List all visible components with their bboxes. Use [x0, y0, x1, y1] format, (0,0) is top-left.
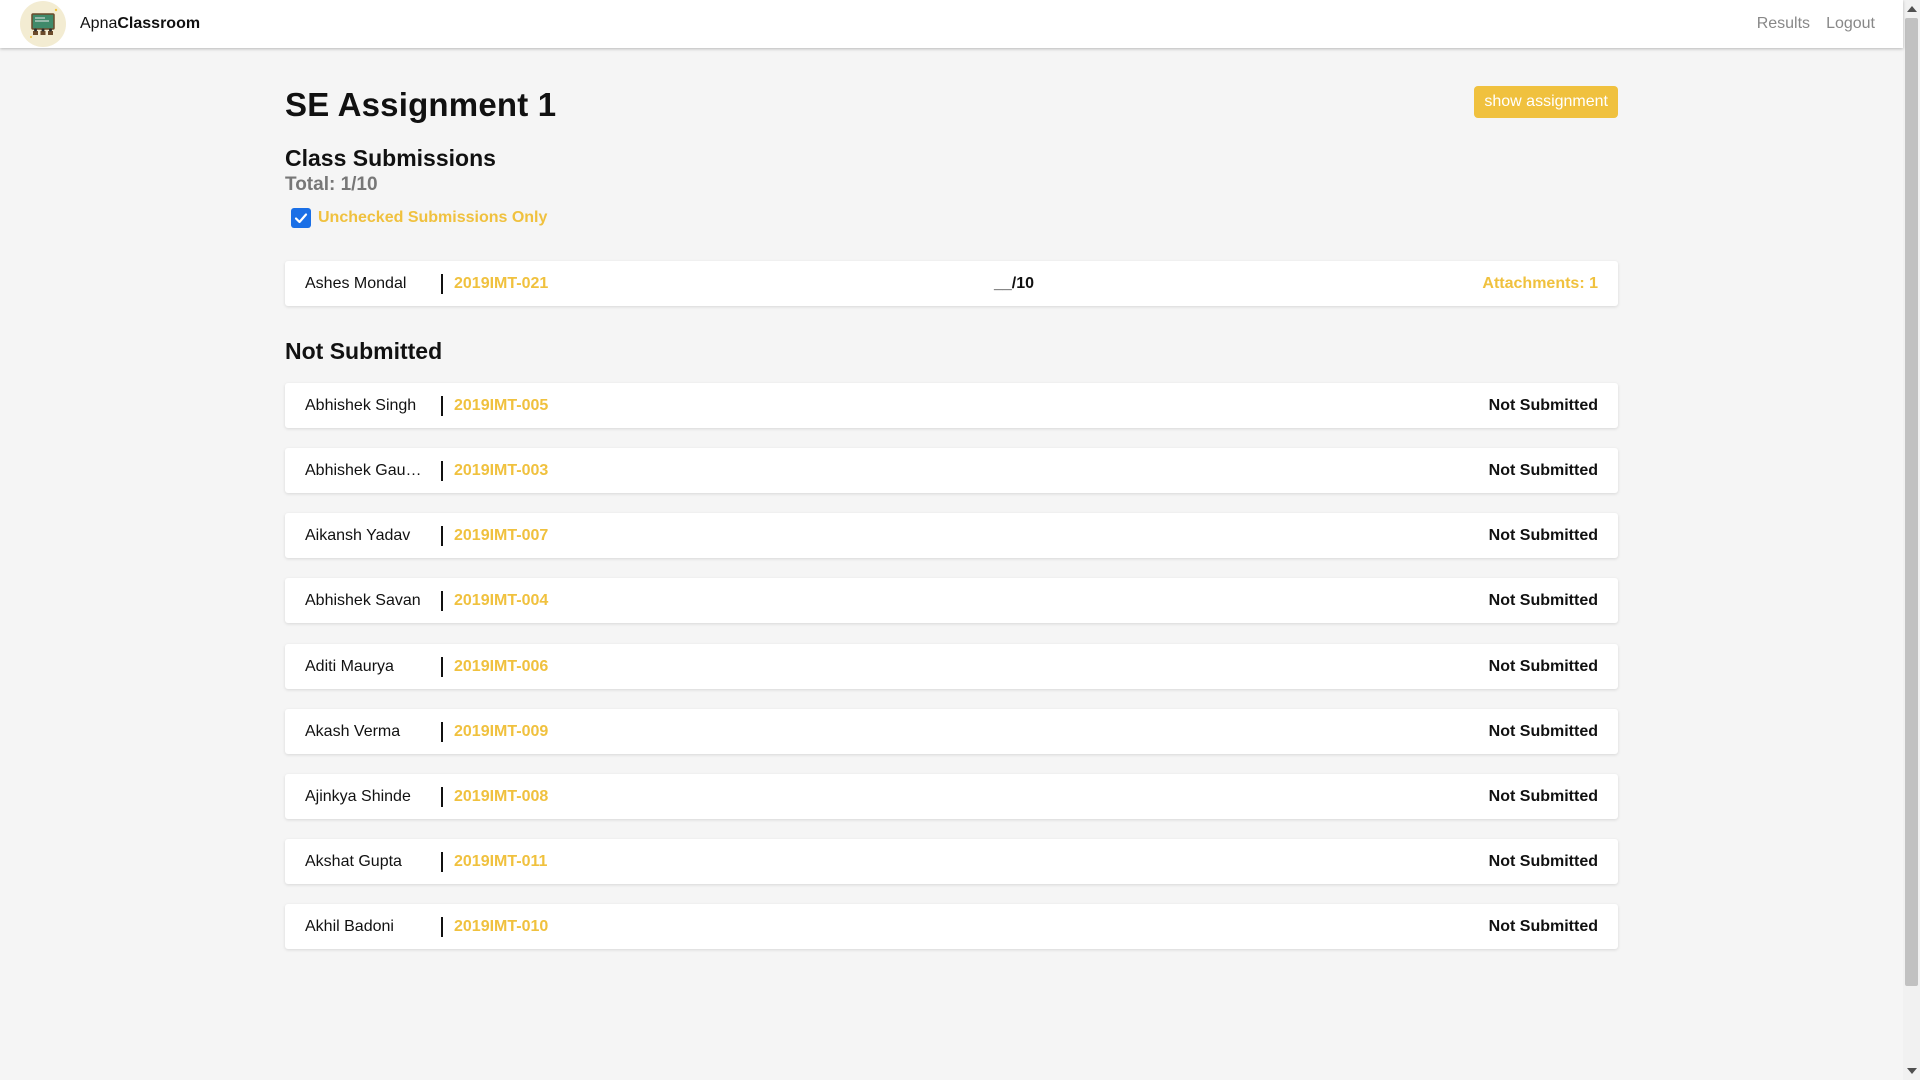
unchecked-only-checkbox[interactable] [291, 208, 311, 228]
divider [441, 395, 443, 416]
grade-value: __/10 [994, 274, 1035, 292]
not-submitted-row[interactable]: Abhishek Singh 2019IMT-005 Not Submitted [285, 383, 1618, 428]
student-name: Akshat Gupta [305, 852, 402, 870]
not-submitted-row[interactable]: Ajinkya Shinde 2019IMT-008 Not Submitted [285, 774, 1618, 819]
status-label: Not Submitted [1488, 657, 1598, 675]
not-submitted-row[interactable]: Abhishek Savan 2019IMT-004 Not Submitted [285, 578, 1618, 623]
divider [441, 721, 443, 742]
student-roll: 2019IMT-010 [454, 917, 549, 935]
status-label: Not Submitted [1488, 526, 1598, 544]
show-assignment-button[interactable]: show assignment [1474, 86, 1618, 118]
student-roll: 2019IMT-005 [454, 396, 549, 414]
student-name: Abhishek Gaut... [305, 461, 423, 479]
divider [441, 851, 443, 872]
divider [441, 916, 443, 937]
brand-bold: Classroom [117, 15, 201, 32]
brand[interactable]: ApnaClassroom [20, 1, 200, 47]
page-scrollbar[interactable] [1903, 0, 1920, 1080]
navbar: ApnaClassroom Results Logout [0, 0, 1903, 48]
unchecked-only-label[interactable]: Unchecked Submissions Only [318, 209, 547, 227]
not-submitted-row[interactable]: Akshat Gupta 2019IMT-011 Not Submitted [285, 839, 1618, 884]
attachments-count[interactable]: Attachments: 1 [1482, 275, 1598, 293]
student-name: Aditi Maurya [305, 657, 394, 675]
divider [441, 525, 443, 546]
divider [441, 786, 443, 807]
not-submitted-row[interactable]: Akhil Badoni 2019IMT-010 Not Submitted [285, 904, 1618, 949]
student-roll: 2019IMT-021 [454, 274, 549, 292]
student-name: Ashes Mondal [305, 274, 407, 292]
not-submitted-row[interactable]: Aikansh Yadav 2019IMT-007 Not Submitted [285, 513, 1618, 558]
student-roll: 2019IMT-008 [454, 787, 549, 805]
status-label: Not Submitted [1488, 591, 1598, 609]
class-submissions-heading: Class Submissions [285, 145, 496, 171]
scroll-down-arrow-icon[interactable] [1907, 1068, 1917, 1074]
status-label: Not Submitted [1488, 852, 1598, 870]
brand-prefix: Apna [80, 15, 118, 32]
nav-link-results[interactable]: Results [1757, 15, 1810, 33]
nav-links: Results Logout [1757, 15, 1883, 33]
student-name: Ajinkya Shinde [305, 787, 411, 805]
nav-link-logout[interactable]: Logout [1826, 15, 1875, 33]
student-roll: 2019IMT-009 [454, 722, 549, 740]
student-roll: 2019IMT-011 [454, 852, 548, 870]
unchecked-filter[interactable]: Unchecked Submissions Only [291, 208, 547, 228]
scroll-up-arrow-icon[interactable] [1907, 6, 1917, 12]
student-name: Akhil Badoni [305, 917, 394, 935]
brand-name: ApnaClassroom [80, 15, 200, 33]
classroom-logo-icon [20, 1, 66, 47]
submissions-total: Total: 1/10 [285, 174, 378, 195]
student-name: Abhishek Singh [305, 396, 417, 414]
student-roll: 2019IMT-006 [454, 657, 549, 675]
not-submitted-row[interactable]: Abhishek Gaut... 2019IMT-003 Not Submitt… [285, 448, 1618, 493]
assignment-header: SE Assignment 1 show assignment [285, 86, 1618, 124]
status-label: Not Submitted [1488, 917, 1598, 935]
submission-row[interactable]: Ashes Mondal 2019IMT-021 __/10 Attachmen… [285, 261, 1618, 306]
not-submitted-row[interactable]: Akash Verma 2019IMT-009 Not Submitted [285, 709, 1618, 754]
divider [441, 273, 443, 294]
status-label: Not Submitted [1488, 722, 1598, 740]
divider [441, 656, 443, 677]
divider [441, 460, 443, 481]
status-label: Not Submitted [1488, 787, 1598, 805]
student-name: Akash Verma [305, 722, 401, 740]
not-submitted-heading: Not Submitted [285, 338, 443, 364]
not-submitted-row[interactable]: Aditi Maurya 2019IMT-006 Not Submitted [285, 644, 1618, 689]
page-title: SE Assignment 1 [285, 86, 557, 123]
status-label: Not Submitted [1488, 461, 1598, 479]
student-roll: 2019IMT-003 [454, 461, 549, 479]
scrollbar-thumb[interactable] [1905, 18, 1918, 986]
student-name: Abhishek Savan [305, 591, 421, 609]
student-roll: 2019IMT-004 [454, 591, 549, 609]
checkmark-icon [294, 213, 308, 224]
divider [441, 590, 443, 611]
student-roll: 2019IMT-007 [454, 526, 549, 544]
student-name: Aikansh Yadav [305, 526, 411, 544]
status-label: Not Submitted [1488, 396, 1598, 414]
